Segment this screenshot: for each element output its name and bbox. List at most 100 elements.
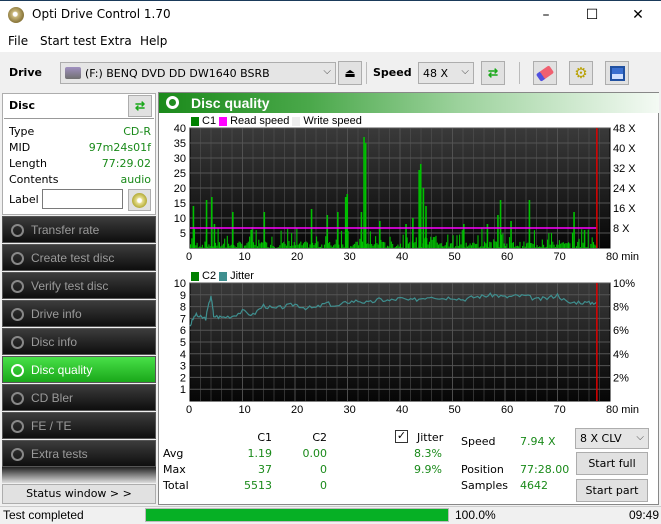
c1-bar [390, 241, 392, 248]
c1-bar [279, 245, 281, 248]
c1-bar [216, 245, 218, 248]
c1-bar [565, 243, 567, 248]
c1-bar [190, 244, 192, 248]
c1-bar [200, 246, 202, 248]
c1-bar [397, 244, 399, 248]
c1-bar [262, 242, 264, 248]
y2-tick-label: 8% [613, 302, 629, 314]
disc-refresh-button[interactable]: ⇄ [128, 95, 152, 117]
c1-bar [225, 247, 227, 248]
nav-item-disc-info[interactable]: Disc info [2, 328, 156, 355]
c1-bar [427, 244, 429, 248]
erase-button[interactable] [533, 61, 557, 85]
c1-bar [298, 243, 301, 248]
c1-bar [503, 243, 505, 248]
resize-grip-icon[interactable]: ⋰ [648, 512, 656, 521]
c1-bar [502, 233, 504, 248]
progress-bar [145, 508, 449, 522]
nav-item-extra-tests[interactable]: Extra tests [2, 440, 156, 467]
c1-bar [234, 246, 236, 248]
chevron-down-icon: ⌵ [636, 432, 644, 443]
c1-bar [389, 236, 391, 248]
c1-bar [350, 246, 352, 248]
c1-bar [256, 246, 259, 248]
samples-label: Samples [461, 479, 508, 492]
c1-peak-bar [379, 221, 381, 248]
menu-extra[interactable]: Extra [100, 34, 132, 48]
c1-peak-bar [337, 212, 339, 248]
c1-bar [255, 230, 257, 248]
c1-bar [484, 241, 486, 248]
menu-file[interactable]: File [8, 34, 28, 48]
test-mode-select[interactable]: 8 X CLV ⌵ [575, 428, 649, 449]
c1-bar [564, 243, 566, 248]
c1-bar [249, 236, 251, 248]
c1-bar [548, 233, 550, 248]
c1-bar [581, 229, 583, 248]
disc-label-input[interactable] [42, 189, 123, 209]
window-title: Opti Drive Control 1.70 [32, 7, 171, 21]
c1-bar [226, 235, 228, 248]
y-tick-label: 40 [174, 124, 186, 135]
nav-item-drive-info[interactable]: Drive info [2, 300, 156, 327]
c1-bar [468, 245, 470, 248]
speed-select[interactable]: 48 X ⌵ [418, 62, 474, 84]
y-tick-label: 4 [180, 349, 186, 361]
nav-item-disc-quality[interactable]: Disc quality [2, 356, 156, 383]
maximize-button[interactable]: ☐ [569, 0, 615, 30]
drive-select[interactable]: (F:) BENQ DVD DD DW1640 BSRB ⌵ [60, 62, 336, 84]
c1-bar [394, 246, 396, 248]
c1-bar [313, 245, 315, 248]
disc-tool-icon [11, 336, 24, 349]
nav-item-label: Drive info [31, 306, 82, 321]
nav-item-fe-te[interactable]: FE / TE [2, 412, 156, 439]
c1-peak-bar [232, 212, 234, 248]
nav-item-create-test-disc[interactable]: Create test disc [2, 244, 156, 271]
c1-peak-bar [497, 215, 499, 248]
c1-bar [515, 246, 517, 248]
nav-item-verify-test-disc[interactable]: Verify test disc [2, 272, 156, 299]
c1-peak-bar [499, 200, 502, 248]
y2-tick-label: 48 X [613, 124, 636, 135]
c1-peak-bar [346, 194, 349, 248]
c1-chart: 5 10 15 20 25 30 35 40 0 10 20 30 40 50 60 70 80 min 8 X 1… [174, 124, 639, 263]
c1-bar [438, 244, 440, 248]
save-button[interactable] [605, 61, 629, 85]
c1-bar [461, 230, 463, 248]
start-full-button[interactable]: Start full [576, 452, 648, 475]
c1-peak-bar [263, 212, 266, 248]
minimize-button[interactable]: – [523, 0, 569, 30]
nav-item-label: Verify test disc [31, 278, 109, 293]
nav-item-label: FE / TE [31, 418, 72, 433]
start-part-button[interactable]: Start part [576, 479, 648, 502]
nav-item-cd-bler[interactable]: CD Bler [2, 384, 156, 411]
c1-peak-bar [326, 215, 329, 248]
settings-button[interactable]: ⚙ [569, 61, 593, 85]
menu-start-test[interactable]: Start test [40, 34, 96, 48]
status-window-button[interactable]: Status window > > [2, 484, 156, 504]
stats-header-c1: C1 [257, 431, 272, 444]
c1-bar [478, 247, 480, 248]
c1-bar [560, 243, 562, 248]
c1-bar [449, 243, 451, 248]
eject-button[interactable]: ⏏ [338, 61, 362, 85]
menu-help[interactable]: Help [140, 34, 167, 48]
c1-peak-bar [528, 200, 531, 248]
c1-bar [245, 245, 247, 248]
disc-label-button[interactable] [128, 189, 151, 211]
floppy-save-icon [609, 65, 625, 81]
stats-max-jitter: 9.9% [414, 463, 442, 476]
refresh-button[interactable]: ⇄ [481, 61, 505, 85]
c1-bar [241, 243, 243, 248]
close-button[interactable]: ✕ [615, 0, 661, 30]
nav-item-transfer-rate[interactable]: Transfer rate [2, 216, 156, 243]
c1-bar [371, 243, 373, 248]
jitter-checkbox[interactable]: ✓ [395, 430, 408, 443]
y-tick-label: 10 [174, 279, 186, 290]
c1-peak-bar [412, 218, 414, 248]
c1-bar [191, 238, 193, 248]
y-tick-label: 1 [180, 384, 186, 396]
c1-bar [396, 245, 398, 248]
c1-bar [293, 242, 295, 248]
c1-peak-bar [344, 197, 347, 248]
